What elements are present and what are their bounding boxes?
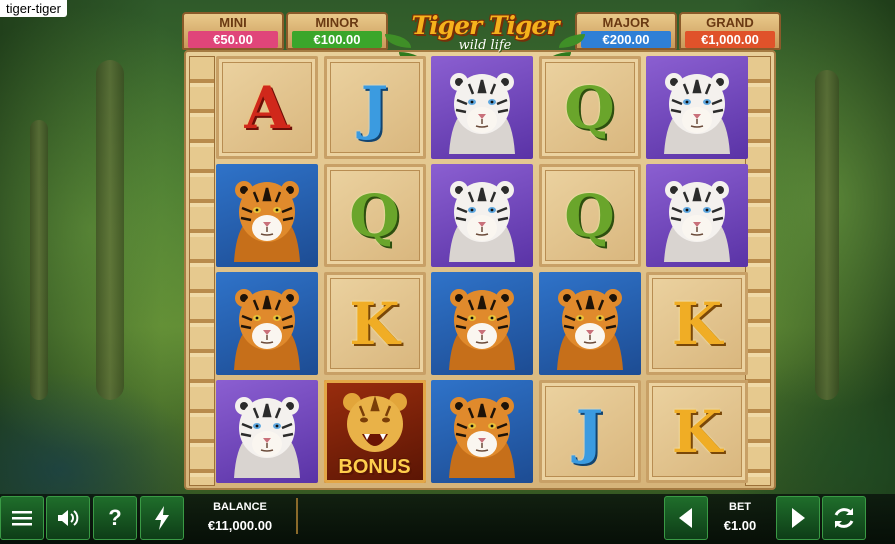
reel-cell <box>538 272 641 375</box>
tiger-icon <box>556 289 623 370</box>
reel-cell <box>431 272 533 375</box>
jackpot-mini-name: MINI <box>219 15 247 30</box>
sound-button[interactable] <box>46 496 90 540</box>
tree-trunk-left-2 <box>30 120 48 400</box>
white-tiger-icon <box>449 181 515 262</box>
reel-cell <box>646 56 748 159</box>
reel-cell: K <box>646 380 748 483</box>
lightning-icon <box>155 506 169 530</box>
symbol-q: Q <box>564 73 615 142</box>
symbol-j: J <box>575 397 604 466</box>
jackpot-mini: MINI €50.00 <box>182 12 284 50</box>
spin-button[interactable] <box>822 496 866 540</box>
reel-cell: K <box>646 272 748 375</box>
tiger-icon <box>234 289 300 370</box>
reel-cell: J <box>538 380 641 483</box>
pillar-left <box>189 56 215 486</box>
tree-trunk-right <box>815 70 839 400</box>
reel-cell <box>431 380 533 483</box>
help-button[interactable]: ? <box>93 496 137 540</box>
turbo-button[interactable] <box>140 496 184 540</box>
window-title: tiger-tiger <box>0 0 67 17</box>
tiger-icon <box>449 289 515 370</box>
jackpot-major-value: €200.00 <box>581 31 671 48</box>
symbol-a: A <box>244 73 290 142</box>
reel-cell: Q <box>538 164 641 267</box>
bar-divider <box>296 498 298 534</box>
tiger-icon <box>234 181 300 262</box>
pillar-right <box>745 56 771 486</box>
white-tiger-icon <box>234 397 300 478</box>
symbol-k: K <box>671 289 723 358</box>
symbol-j: J <box>360 73 389 142</box>
reel-cell <box>216 380 318 483</box>
symbol-q: Q <box>349 181 400 250</box>
bonus-label: BONUS <box>338 456 411 478</box>
bet-label: BET <box>729 501 751 513</box>
help-icon: ? <box>108 505 122 530</box>
tree-trunk-left <box>96 60 124 400</box>
jackpot-mini-value: €50.00 <box>188 31 278 48</box>
reel-cell <box>431 56 533 159</box>
reel-cell: J <box>323 56 426 159</box>
arrow-right-icon <box>792 508 805 528</box>
jackpot-grand: GRAND €1,000.00 <box>679 12 781 50</box>
white-tiger-icon <box>449 73 515 154</box>
symbol-k: K <box>349 289 400 358</box>
reel-cell <box>431 164 533 267</box>
speaker-icon <box>58 510 79 526</box>
white-tiger-icon <box>664 181 730 262</box>
bet-decrease-button[interactable] <box>664 496 708 540</box>
jackpot-grand-value: €1,000.00 <box>685 31 775 48</box>
white-tiger-icon <box>664 73 730 154</box>
reel-cell <box>216 164 318 267</box>
jackpot-minor-name: MINOR <box>315 15 359 30</box>
refresh-icon <box>834 508 854 528</box>
symbol-k: K <box>671 397 723 466</box>
balance-label: BALANCE <box>213 501 267 513</box>
balance-value: €11,000.00 <box>207 518 273 533</box>
bet-increase-button[interactable] <box>776 496 820 540</box>
reel-cell: Q <box>323 164 426 267</box>
reel-cell: Q <box>538 56 641 159</box>
reel-grid: A J Q Q Q K K BONUS J K <box>216 56 748 484</box>
tiger-icon <box>449 397 515 478</box>
menu-button[interactable] <box>0 496 44 540</box>
jackpot-minor-value: €100.00 <box>292 31 382 48</box>
menu-icon <box>12 511 32 526</box>
symbol-q: Q <box>564 181 615 250</box>
jackpot-grand-name: GRAND <box>706 15 754 30</box>
reel-cell: BONUS <box>323 380 426 483</box>
jackpot-major: MAJOR €200.00 <box>575 12 677 50</box>
reel-cell <box>646 164 748 267</box>
reel-cell: A <box>216 56 318 159</box>
jackpot-minor: MINOR €100.00 <box>286 12 388 50</box>
reel-cell <box>216 272 318 375</box>
arrow-left-icon <box>679 508 692 528</box>
reel-cell: K <box>323 272 426 375</box>
jackpot-major-name: MAJOR <box>602 15 650 30</box>
bet-value: €1.00 <box>723 518 757 533</box>
